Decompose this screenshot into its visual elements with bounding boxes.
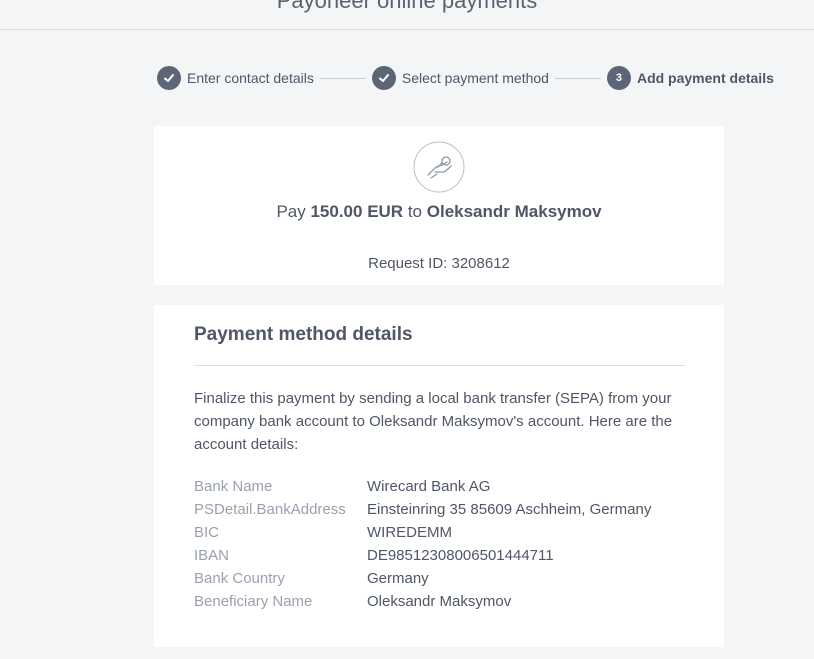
check-icon [371, 66, 396, 90]
detail-value: Germany [367, 570, 429, 587]
page-header: Payoneer online payments [0, 0, 814, 30]
detail-row-bank-address: PSDetail.BankAddress Einsteinring 35 856… [194, 498, 694, 521]
instructions-text: Finalize this payment by sending a local… [194, 390, 673, 453]
pay-word: Pay [276, 202, 306, 221]
detail-value: WIREDEMM [367, 524, 452, 541]
account-details-list: Bank Name Wirecard Bank AG PSDetail.Bank… [194, 475, 694, 613]
step-number: 3 [606, 66, 631, 90]
divider [194, 365, 685, 366]
hand-pay-icon [413, 141, 465, 193]
payment-amount-line: Pay 150.00 EUR to Oleksandr Maksymov [154, 202, 724, 222]
detail-value: Einsteinring 35 85609 Aschheim, Germany [367, 501, 652, 518]
detail-row-iban: IBAN DE98512308006501444711 [194, 544, 694, 567]
recipient-name: Oleksandr Maksymov [426, 202, 602, 221]
step-enter-contact-details[interactable]: Enter contact details [157, 66, 314, 90]
page-title: Payoneer online payments [276, 0, 538, 13]
payment-method-details-card: Payment method details Finalize this pay… [154, 305, 724, 647]
detail-row-bank-name: Bank Name Wirecard Bank AG [194, 475, 694, 498]
to-word: to [407, 202, 423, 221]
detail-row-bank-country: Bank Country Germany [194, 567, 694, 590]
detail-label: Beneficiary Name [194, 593, 313, 610]
detail-value: Oleksandr Maksymov [367, 593, 512, 610]
step-label: Add payment details [636, 70, 774, 86]
detail-label: Bank Name [194, 478, 273, 495]
payment-summary-card: Pay 150.00 EUR to Oleksandr Maksymov Req… [154, 126, 724, 285]
detail-value: Wirecard Bank AG [367, 478, 491, 495]
detail-label: PSDetail.BankAddress [194, 501, 346, 518]
step-label: Select payment method [401, 70, 549, 86]
progress-steps: Enter contact details Select payment met… [157, 65, 774, 91]
detail-value: DE98512308006501444711 [367, 547, 554, 564]
payment-amount: 150.00 EUR [310, 202, 404, 221]
detail-label: Bank Country [194, 570, 285, 587]
step-connector [319, 77, 366, 79]
step-add-payment-details: 3 Add payment details [606, 66, 774, 90]
section-title: Payment method details [194, 324, 413, 345]
request-id: Request ID: 3208612 [368, 255, 510, 272]
detail-label: IBAN [194, 547, 230, 564]
step-connector [554, 77, 601, 79]
step-select-payment-method[interactable]: Select payment method [371, 66, 549, 90]
detail-row-beneficiary-name: Beneficiary Name Oleksandr Maksymov [194, 590, 694, 613]
step-label: Enter contact details [187, 70, 314, 86]
check-icon [157, 66, 181, 90]
detail-row-bic: BIC WIREDEMM [194, 521, 694, 544]
detail-label: BIC [194, 524, 220, 541]
